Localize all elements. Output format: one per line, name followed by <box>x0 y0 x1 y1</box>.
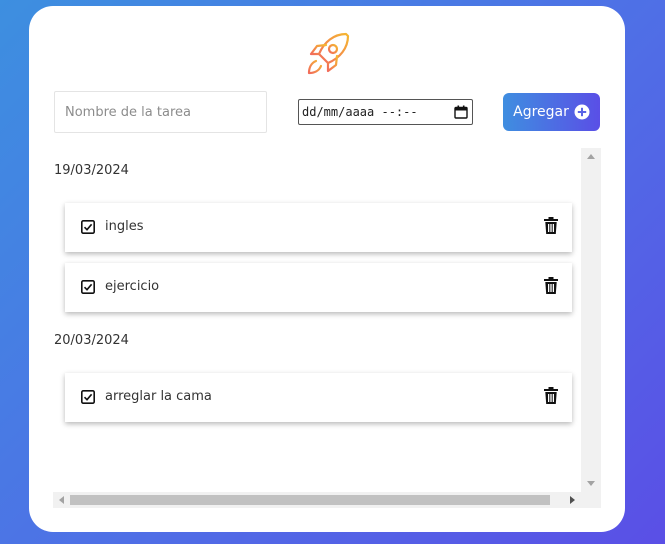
plus-circle-icon <box>574 104 590 120</box>
date-time-input[interactable]: dd/mm/aaaa --:-- <box>298 99 473 125</box>
scrollbar-corner <box>581 492 601 508</box>
add-task-button[interactable]: Agregar <box>503 93 600 131</box>
task-item: ingles <box>65 203 572 252</box>
task-list[interactable]: 19/03/2024 ingles ejercicio 20/03/2024 a… <box>53 148 601 508</box>
horizontal-scrollbar[interactable] <box>53 492 581 508</box>
date-time-placeholder: dd/mm/aaaa --:-- <box>302 105 418 119</box>
scroll-left-icon[interactable] <box>59 496 64 504</box>
date-heading: 20/03/2024 <box>54 333 129 348</box>
trash-icon[interactable] <box>544 277 558 294</box>
scroll-right-icon[interactable] <box>570 496 575 504</box>
task-name-input[interactable] <box>54 91 267 133</box>
trash-icon[interactable] <box>544 217 558 234</box>
scrollbar-thumb[interactable] <box>70 495 550 505</box>
scroll-up-icon[interactable] <box>587 154 595 159</box>
task-label: arreglar la cama <box>105 389 212 404</box>
rocket-icon <box>307 32 350 75</box>
date-heading: 19/03/2024 <box>54 163 129 178</box>
vertical-scrollbar[interactable] <box>581 148 601 492</box>
checkbox-icon[interactable] <box>81 280 95 294</box>
task-label: ingles <box>105 219 144 234</box>
checkbox-icon[interactable] <box>81 390 95 404</box>
task-item: ejercicio <box>65 263 572 312</box>
todo-card: dd/mm/aaaa --:-- Agregar 19/03/2024 ingl… <box>29 6 625 532</box>
add-button-label: Agregar <box>513 104 569 120</box>
scroll-down-icon[interactable] <box>587 481 595 486</box>
task-label: ejercicio <box>105 279 160 294</box>
checkbox-icon[interactable] <box>81 220 95 234</box>
trash-icon[interactable] <box>544 387 558 404</box>
calendar-icon[interactable] <box>454 105 468 119</box>
task-item: arreglar la cama <box>65 373 572 422</box>
